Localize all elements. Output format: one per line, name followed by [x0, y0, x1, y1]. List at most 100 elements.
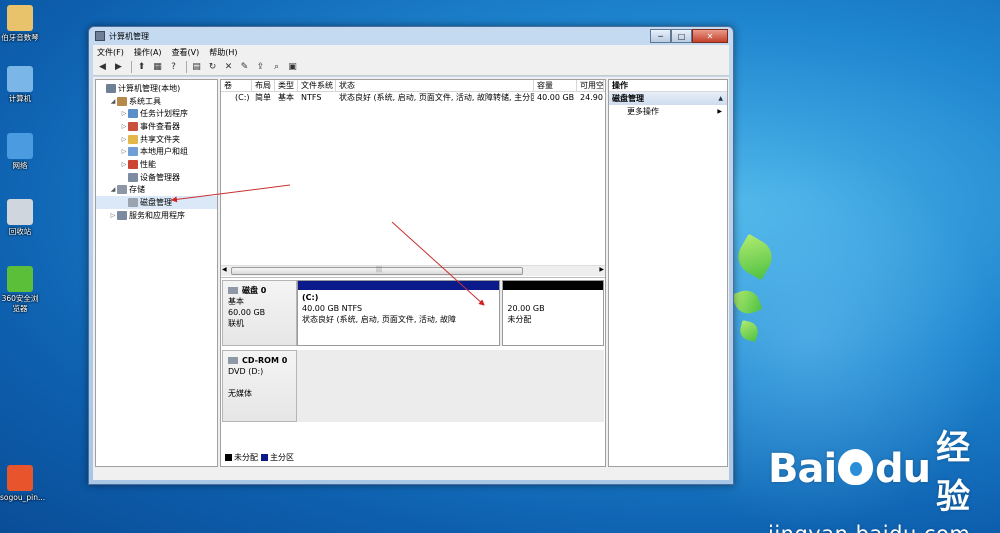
column-header[interactable]: 状态 — [336, 80, 534, 91]
desktop-icon-label: sogou_pin... — [0, 493, 46, 502]
tree-item[interactable]: ▷ 服务和应用程序 — [96, 209, 217, 222]
legend-label: 主分区 — [270, 453, 294, 462]
actions-section-disk-management[interactable]: 磁盘管理 ▲ — [609, 92, 727, 105]
main-content: 计算机管理(本地) ◢ 系统工具 ▷ 任务计划程序 ▷ 事件查看器 ▷ 共享文件夹 ▷ 本地用户和组… — [93, 77, 729, 480]
close-button[interactable]: ✕ — [692, 29, 728, 43]
column-header[interactable]: 文件系统 — [298, 80, 336, 91]
actions-header: 操作 — [609, 80, 727, 92]
settings-icon[interactable]: ▣ — [286, 61, 299, 74]
desktop-icon-label: 回收站 — [8, 227, 32, 236]
disk-size: 60.00 GB — [228, 308, 266, 317]
tree-item-label: 事件查看器 — [140, 121, 180, 131]
expand-icon[interactable]: ◢ — [109, 186, 117, 193]
tree-item[interactable]: ▷ 共享文件夹 — [96, 133, 217, 146]
search-icon[interactable]: ⌕ — [270, 61, 283, 74]
actions-section-label: 磁盘管理 — [612, 94, 644, 103]
partition[interactable]: (C:) 40.00 GB NTFS 状态良好 (系统, 启动, 页面文件, 活动,… — [297, 280, 501, 346]
desktop-icon-image — [7, 266, 33, 292]
tree-item[interactable]: 磁盘管理 — [96, 196, 217, 209]
tree-item-label: 本地用户和组 — [140, 147, 188, 157]
baidu-jingyan-watermark: Bai du 经验 jingyan.baidu.com — [768, 420, 1000, 533]
console-tree-icon[interactable]: ▦ — [151, 61, 164, 74]
collapse-icon[interactable]: ▲ — [718, 92, 723, 105]
menu-view[interactable]: 查看(V) — [172, 47, 200, 58]
export-icon[interactable]: ⇪ — [254, 61, 267, 74]
action-label: 更多操作 — [627, 107, 659, 116]
properties-icon[interactable]: ✎ — [238, 61, 251, 74]
expand-icon[interactable]: ▷ — [120, 161, 128, 168]
tree-item[interactable]: ◢ 系统工具 — [96, 95, 217, 108]
column-header[interactable]: 类型 — [275, 80, 298, 91]
tree-item[interactable]: 计算机管理(本地) — [96, 82, 217, 95]
menu-help[interactable]: 帮助(H) — [209, 47, 237, 58]
tree-item[interactable]: 设备管理器 — [96, 171, 217, 184]
expand-icon[interactable]: ▷ — [120, 123, 128, 130]
desktop-icon-image — [7, 199, 33, 225]
tree-item[interactable]: ▷ 本地用户和组 — [96, 145, 217, 158]
desktop-icon[interactable]: sogou_pin... — [0, 465, 46, 503]
disk-label[interactable]: 磁盘 0 基本 60.00 GB 联机 — [222, 280, 297, 346]
minimize-button[interactable]: ─ — [650, 29, 671, 43]
delete-icon[interactable]: ✕ — [222, 61, 235, 74]
desktop-icon[interactable]: 伯牙音数琴 — [0, 5, 40, 43]
scroll-right-icon[interactable]: ▶ — [599, 266, 604, 273]
tree-item-icon — [117, 185, 127, 195]
back-icon[interactable]: ◀ — [96, 61, 109, 74]
desktop-icon-image — [7, 66, 33, 92]
disk-icon — [228, 287, 238, 294]
menu-action[interactable]: 操作(A) — [134, 47, 162, 58]
tree-item-label: 共享文件夹 — [140, 134, 180, 144]
refresh-icon[interactable]: ↻ — [206, 61, 219, 74]
watermark-brand-tail: du — [875, 446, 931, 492]
scroll-left-icon[interactable]: ◀ — [222, 266, 227, 273]
tree-item-icon — [128, 159, 138, 169]
tree-item[interactable]: ◢ 存储 — [96, 184, 217, 197]
expand-icon[interactable]: ▷ — [120, 110, 128, 117]
title-bar[interactable]: 计算机管理 ─ □ ✕ — [89, 27, 733, 45]
horizontal-scrollbar[interactable]: ◀ ||| ▶ — [221, 265, 605, 276]
partition-area — [297, 350, 604, 422]
partition-area: (C:) 40.00 GB NTFS 状态良好 (系统, 启动, 页面文件, 活动,… — [297, 280, 604, 346]
tree-item-label: 服务和应用程序 — [129, 210, 185, 220]
disk-type: 基本 — [228, 297, 244, 306]
disk-graph-view: 未分配 主分区 磁盘 0 基本 60.00 GB 联机 (C:) 40.00 GB NTFS… — [221, 277, 605, 466]
column-header[interactable]: 卷 — [221, 80, 252, 91]
disk-name: CD-ROM 0 — [242, 356, 288, 365]
desktop-icon-image — [7, 465, 33, 491]
volume-cell: 40.00 GB — [537, 93, 575, 102]
more-actions-item[interactable]: 更多操作 ▶ — [609, 105, 727, 118]
disk-row: 磁盘 0 基本 60.00 GB 联机 (C:) 40.00 GB NTFS 状态良好 (系… — [222, 280, 604, 346]
desktop-icon[interactable]: 计算机 — [0, 66, 40, 104]
volume-cell: (C:) — [235, 93, 250, 102]
menu-bar: 文件(F) 操作(A) 查看(V) 帮助(H) — [93, 45, 729, 59]
maximize-button[interactable]: □ — [671, 29, 692, 43]
disk-label[interactable]: CD-ROM 0 DVD (D:) 无媒体 — [222, 350, 297, 422]
tree-item[interactable]: ▷ 性能 — [96, 158, 217, 171]
forward-icon[interactable]: ▶ — [112, 61, 125, 74]
watermark-brand: Bai — [768, 446, 837, 492]
legend-swatch — [261, 454, 268, 461]
partition[interactable]: 20.00 GB 未分配 — [502, 280, 604, 346]
tree-item[interactable]: ▷ 事件查看器 — [96, 120, 217, 133]
scroll-thumb[interactable]: ||| — [231, 266, 523, 275]
tree-item[interactable]: ▷ 任务计划程序 — [96, 107, 217, 120]
view-icon[interactable]: ▤ — [190, 61, 203, 74]
up-icon[interactable]: ⬆ — [135, 61, 148, 74]
volume-cell: NTFS — [301, 93, 322, 102]
column-header[interactable]: 布局 — [252, 80, 275, 91]
help-icon[interactable]: ? — [167, 61, 180, 74]
expand-icon[interactable]: ▷ — [120, 136, 128, 143]
expand-icon[interactable]: ▷ — [120, 148, 128, 155]
volume-row[interactable]: (C:) 简单 基本 NTFS 状态良好 (系统, 启动, 页面文件, 活动, 故障转储… — [221, 92, 605, 104]
column-header[interactable]: 可用空 — [577, 80, 604, 91]
desktop-icon[interactable]: 回收站 — [0, 199, 40, 237]
column-header[interactable]: 容量 — [534, 80, 577, 91]
desktop-icon[interactable]: 网络 — [0, 133, 40, 171]
desktop-icon[interactable]: 360安全浏览器 — [0, 266, 40, 314]
expand-icon[interactable]: ◢ — [109, 98, 117, 105]
legend-label: 未分配 — [234, 453, 258, 462]
expand-icon[interactable]: ▷ — [109, 212, 117, 219]
menu-file[interactable]: 文件(F) — [97, 47, 124, 58]
submenu-arrow-icon: ▶ — [717, 108, 722, 115]
desktop-icon-label: 网络 — [12, 161, 28, 170]
